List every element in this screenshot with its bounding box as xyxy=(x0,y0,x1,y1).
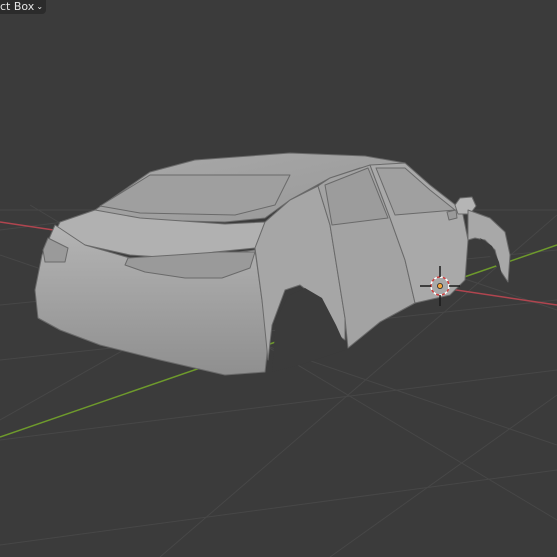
select-mode-label: ct Box xyxy=(0,0,35,13)
object-origin-dot xyxy=(436,282,443,289)
select-mode-dropdown[interactable]: ct Box ⌄ xyxy=(0,0,47,14)
viewport-scene[interactable] xyxy=(0,0,557,557)
side-mirror-stalk xyxy=(446,209,458,221)
3d-viewport[interactable]: ct Box ⌄ xyxy=(0,0,557,557)
car-body-mesh[interactable] xyxy=(34,152,511,376)
chevron-down-icon: ⌄ xyxy=(36,2,44,11)
